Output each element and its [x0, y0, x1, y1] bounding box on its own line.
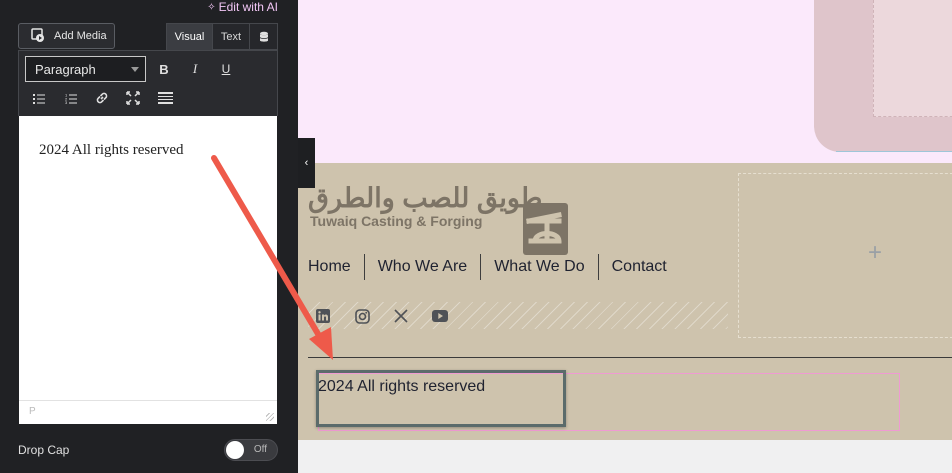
- fullscreen-button[interactable]: [122, 87, 144, 109]
- resize-grip-icon[interactable]: [266, 413, 274, 421]
- add-element-button[interactable]: +: [868, 239, 882, 267]
- element-path: P: [29, 406, 36, 417]
- fullscreen-icon: [126, 91, 140, 105]
- instagram-icon[interactable]: [353, 307, 371, 325]
- bullet-list-icon: [33, 93, 45, 104]
- collapse-panel-button[interactable]: ‹: [298, 138, 315, 188]
- x-icon[interactable]: [392, 307, 410, 325]
- logo-english-text: Tuwaiq Casting & Forging: [310, 213, 483, 229]
- numbered-list-button[interactable]: 1 2 3: [60, 87, 82, 109]
- italic-icon: I: [192, 61, 198, 76]
- underline-button[interactable]: U: [215, 58, 237, 80]
- underline-icon: U: [221, 62, 231, 76]
- italic-button[interactable]: I: [184, 58, 206, 80]
- media-icon: [31, 28, 44, 42]
- footer-nav: Home Who We Are What We Do Contact: [308, 253, 680, 281]
- toolbar-toggle-icon: [157, 92, 173, 104]
- paragraph-format-select[interactable]: Paragraph: [25, 56, 146, 82]
- page-preview: طويق للصب والطرق Tuwaiq Casting & Forgin…: [298, 0, 952, 473]
- drop-cap-toggle[interactable]: Off: [224, 439, 278, 461]
- bold-button[interactable]: B: [153, 58, 175, 80]
- social-icons-bar: [308, 302, 728, 329]
- database-icon: [259, 31, 268, 42]
- editor-content[interactable]: 2024 All rights reserved: [39, 142, 184, 159]
- editor-statusbar: P: [19, 400, 277, 424]
- empty-column-placeholder[interactable]: [738, 173, 952, 338]
- nav-contact[interactable]: Contact: [597, 254, 680, 280]
- bullet-list-button[interactable]: [28, 87, 50, 109]
- editor-toolbar: Paragraph B I U 1 2 3: [18, 50, 278, 116]
- nav-who-we-are[interactable]: Who We Are: [363, 254, 481, 280]
- edit-with-ai-button[interactable]: ✧ Edit with AI: [207, 0, 278, 14]
- section-guide-line: [836, 151, 952, 152]
- drop-cap-label: Drop Cap: [18, 443, 70, 457]
- tab-text[interactable]: Text: [213, 23, 250, 50]
- toggle-knob: [226, 441, 244, 459]
- chevron-left-icon: ‹: [304, 157, 309, 169]
- edit-with-ai-label: Edit with AI: [218, 0, 278, 14]
- dynamic-tags-button[interactable]: [250, 23, 278, 50]
- hero-card-inner: [873, 0, 952, 117]
- linkedin-icon[interactable]: [314, 307, 332, 325]
- logo-arabic-text: طويق للصب والطرق: [308, 183, 543, 213]
- link-icon: [96, 92, 108, 104]
- link-button[interactable]: [91, 87, 113, 109]
- svg-text:3: 3: [65, 100, 68, 104]
- add-media-button[interactable]: Add Media: [18, 23, 115, 49]
- bold-icon: B: [159, 61, 169, 77]
- text-editor[interactable]: 2024 All rights reserved: [19, 116, 277, 400]
- site-footer: طويق للصب والطرق Tuwaiq Casting & Forgin…: [298, 163, 952, 440]
- tab-visual[interactable]: Visual: [166, 23, 213, 50]
- page-bottom-area: [298, 440, 952, 473]
- company-logo[interactable]: طويق للصب والطرق Tuwaiq Casting & Forgin…: [308, 183, 568, 255]
- youtube-icon[interactable]: [431, 307, 449, 325]
- format-select-value: Paragraph: [35, 61, 96, 77]
- add-media-label: Add Media: [54, 30, 107, 42]
- logo-mark-icon: [523, 203, 568, 255]
- toolbar-toggle-button[interactable]: [154, 87, 176, 109]
- caret-down-icon: [131, 67, 139, 72]
- nav-what-we-do[interactable]: What We Do: [480, 254, 597, 280]
- copyright-text[interactable]: 2024 All rights reserved: [318, 378, 485, 396]
- toggle-state: Off: [253, 444, 267, 455]
- editor-panel: ✧ Edit with AI Add Media Visual Text Par…: [0, 0, 298, 473]
- sparkle-icon: ✧: [207, 1, 216, 13]
- numbered-list-icon: 1 2 3: [65, 93, 77, 104]
- nav-home[interactable]: Home: [308, 254, 364, 280]
- footer-divider: [308, 357, 952, 358]
